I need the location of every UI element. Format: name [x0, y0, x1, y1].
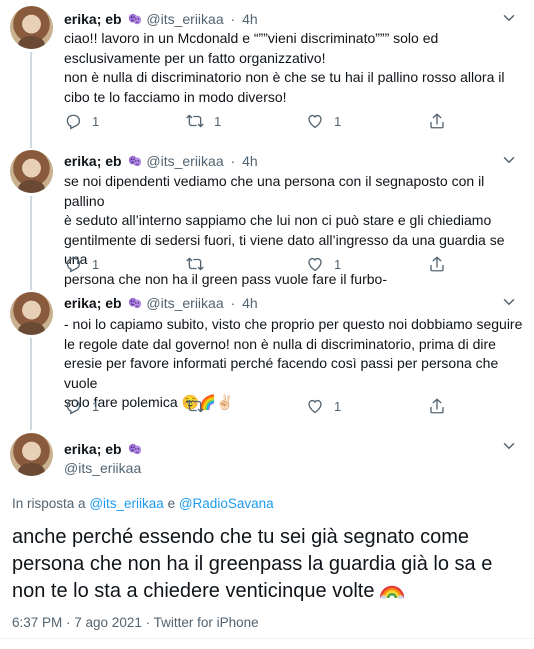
timestamp[interactable]: 4h — [242, 153, 258, 169]
retweet-button[interactable] — [186, 396, 214, 416]
handle[interactable]: @its_eriikaa — [146, 295, 223, 311]
tweet-1[interactable]: erika; eb @its_eriikaa · 4h ciao!! lavor… — [0, 0, 534, 148]
retweet-count: 1 — [214, 113, 222, 129]
retweet-icon — [186, 255, 204, 273]
reply-prefix: In risposta a — [12, 496, 86, 511]
divider — [0, 638, 534, 639]
share-icon — [428, 255, 446, 273]
share-icon — [428, 112, 446, 130]
like-icon — [306, 112, 324, 130]
reply-context: In risposta a @its_eriikaa e @RadioSavan… — [12, 495, 274, 513]
share-button[interactable] — [428, 111, 446, 131]
tweet-3[interactable]: erika; eb @its_eriikaa · 4h - noi lo cap… — [0, 284, 534, 430]
reply-count: 1 — [92, 113, 100, 129]
tweet-text-line: anche perché essendo che tu sei già segn… — [12, 526, 469, 548]
reply-button[interactable]: 1 — [64, 396, 99, 416]
tweet-actions: 1 1 1 — [64, 111, 444, 131]
tweet-text-line: eresie per favore informati perché facen… — [64, 355, 499, 391]
tweet-text-line: cibo te lo facciamo in modo diverso! — [64, 88, 287, 105]
like-icon — [306, 255, 324, 273]
reply-button[interactable]: 1 — [64, 254, 99, 274]
tweet-actions: 1 1 — [64, 396, 444, 416]
name-line: erika; eb — [64, 440, 142, 458]
chevron-down-icon[interactable] — [500, 437, 518, 455]
theater-masks-emoji-icon — [128, 442, 142, 456]
like-button[interactable]: 1 — [306, 111, 341, 131]
tweet-header: erika; eb @its_eriikaa · 4h — [64, 294, 258, 312]
retweet-button[interactable] — [186, 254, 214, 274]
like-count: 1 — [334, 256, 342, 272]
like-icon — [306, 397, 324, 415]
reply-icon — [64, 255, 82, 273]
tweet-text-line: le regole date dal governo! non è nulla … — [64, 335, 496, 352]
thread-line — [30, 52, 32, 148]
separator-dot: · — [230, 153, 236, 169]
display-name[interactable]: erika; eb — [64, 441, 122, 457]
tweet-text-line: non te lo sta a chiedere venticinque vol… — [12, 580, 375, 602]
share-icon — [428, 397, 446, 415]
reply-icon — [64, 397, 82, 415]
tweet-text-line: esclusivamente per un fatto organizzativ… — [64, 49, 326, 66]
chevron-down-icon[interactable] — [500, 293, 518, 311]
like-count: 1 — [334, 398, 342, 414]
reply-button[interactable]: 1 — [64, 111, 99, 131]
avatar[interactable] — [10, 433, 53, 476]
timestamp[interactable]: 4h — [242, 11, 258, 27]
tweet-meta[interactable]: 6:37 PM · 7 ago 2021 · Twitter for iPhon… — [12, 614, 259, 632]
thread-line — [30, 338, 32, 430]
chevron-down-icon[interactable] — [500, 151, 518, 169]
display-name[interactable]: erika; eb — [64, 11, 122, 27]
reply-count: 1 — [92, 256, 100, 272]
tweet-header: erika; eb @its_eriikaa · 4h — [64, 10, 258, 28]
avatar[interactable] — [10, 150, 53, 193]
reply-conjunction: e — [167, 496, 176, 511]
share-button[interactable] — [428, 254, 446, 274]
handle[interactable]: @its_eriikaa — [146, 11, 223, 27]
retweet-button[interactable]: 1 — [186, 111, 221, 131]
timestamp[interactable]: 4h — [242, 295, 258, 311]
tweet-text-line: persona che non ha il greenpass la guard… — [12, 553, 493, 575]
tweet-text-line: se noi dipendenti vediamo che una person… — [64, 173, 485, 209]
like-button[interactable]: 1 — [306, 254, 341, 274]
tweet-text-line: ciao!! lavoro in un Mcdonald e “””vieni … — [64, 30, 439, 46]
avatar[interactable] — [10, 292, 53, 335]
tweet-text-line: non è nulla di discriminatorio non è che… — [64, 69, 505, 85]
tweet-text: ciao!! lavoro in un Mcdonald e “””vieni … — [64, 29, 524, 107]
mention-link[interactable]: @its_eriikaa — [89, 496, 163, 511]
like-button[interactable]: 1 — [306, 396, 341, 416]
handle[interactable]: @its_eriikaa — [146, 153, 223, 169]
display-name[interactable]: erika; eb — [64, 295, 122, 311]
chevron-down-icon[interactable] — [500, 9, 518, 27]
tweet-text-line: - noi lo capiamo subito, visto che propr… — [64, 316, 523, 332]
tweet-text-line-with-emoji: non te lo sta a chiedere venticinque vol… — [12, 578, 528, 605]
retweet-icon — [186, 397, 204, 415]
tweet-actions: 1 1 — [64, 254, 444, 274]
display-name[interactable]: erika; eb — [64, 153, 122, 169]
mention-link[interactable]: @RadioSavana — [179, 496, 274, 511]
rainbow-emoji-icon — [380, 582, 404, 600]
avatar[interactable] — [10, 6, 53, 49]
reply-count: 1 — [92, 398, 100, 414]
separator-dot: · — [230, 295, 236, 311]
thread-line — [30, 196, 32, 290]
handle[interactable]: @its_eriikaa — [64, 459, 141, 477]
tweet-header: erika; eb @its_eriikaa · 4h — [64, 152, 258, 170]
theater-masks-emoji-icon — [128, 154, 142, 168]
retweet-icon — [186, 112, 204, 130]
tweet-2[interactable]: erika; eb @its_eriikaa · 4h se noi dipen… — [0, 142, 534, 290]
like-count: 1 — [334, 113, 342, 129]
reply-icon — [64, 112, 82, 130]
share-button[interactable] — [428, 396, 446, 416]
theater-masks-emoji-icon — [128, 296, 142, 310]
tweet-text-line: è seduto all’interno sappiamo che lui no… — [64, 212, 492, 228]
separator-dot: · — [230, 11, 236, 27]
theater-masks-emoji-icon — [128, 12, 142, 26]
main-tweet-text: anche perché essendo che tu sei già segn… — [12, 524, 528, 605]
